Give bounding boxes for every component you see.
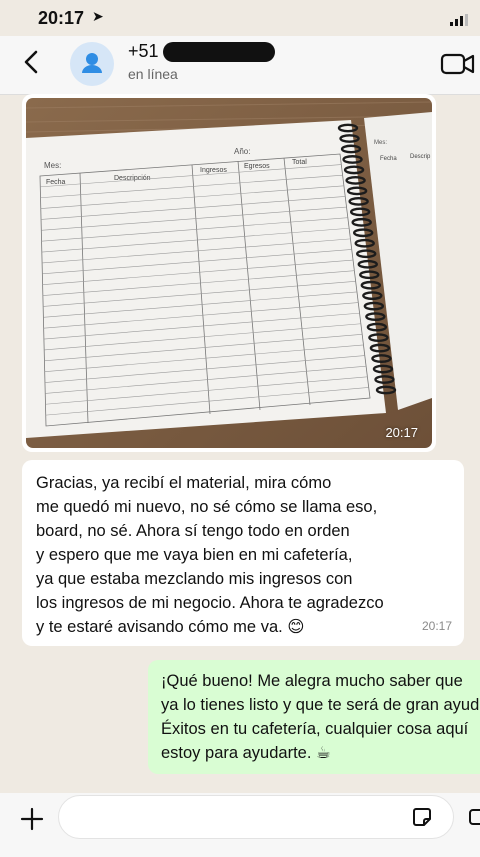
ledger-right-col-fecha: Fecha — [380, 156, 397, 162]
image-timestamp: 20:17 — [385, 425, 418, 440]
outgoing-line: estoy para ayudarte. ☕ — [161, 744, 331, 762]
incoming-line: y te estaré avisando cómo me va. 😊 — [36, 618, 305, 636]
avatar[interactable] — [70, 42, 114, 86]
message-input[interactable] — [58, 795, 454, 839]
incoming-line: y espero que me vaya bien en mi cafeterí… — [36, 546, 353, 564]
signal-icon — [450, 14, 468, 26]
status-time: 20:17 — [38, 8, 85, 28]
composer-bar — [0, 793, 480, 857]
ledger-col-egresos: Egresos — [244, 163, 270, 170]
incoming-line: los ingresos de mi negocio. Ahora te agr… — [36, 594, 384, 612]
image-message[interactable]: Mes: Año: Fecha Descripción Ingresos Egr… — [22, 94, 436, 452]
camera-icon[interactable] — [468, 805, 480, 829]
ledger-notebook-image: Mes: Año: Fecha Descripción Ingresos Egr… — [26, 98, 432, 448]
ledger-col-total: Total — [292, 159, 307, 166]
video-call-icon[interactable] — [440, 50, 476, 78]
ledger-right-col-descrip: Descrip — [410, 154, 431, 160]
ledger-photo[interactable]: Mes: Año: Fecha Descripción Ingresos Egr… — [26, 98, 432, 448]
chat-header: +51 en línea — [0, 36, 480, 95]
sticker-icon[interactable] — [410, 805, 434, 829]
incoming-line: board, no sé. Ahora sí tengo todo en ord… — [36, 522, 350, 540]
ledger-month-label: Mes: — [44, 161, 61, 170]
back-arrow-icon[interactable] — [20, 48, 44, 76]
ledger-col-ingresos: Ingresos — [200, 167, 227, 174]
plus-icon[interactable] — [20, 807, 44, 831]
phone-prefix: +51 — [128, 41, 159, 61]
chat-messages: Mes: Año: Fecha Descripción Ingresos Egr… — [0, 94, 480, 793]
person-icon — [82, 53, 102, 73]
incoming-line: ya que estaba mezclando mis ingresos con — [36, 570, 353, 588]
ledger-right-month: Mes: — [374, 140, 387, 146]
outgoing-line: ¡Qué bueno! Me alegra mucho saber que — [161, 672, 463, 690]
presence-status: en línea — [128, 66, 178, 82]
contact-name[interactable]: +51 — [128, 41, 275, 63]
incoming-timestamp: 20:17 — [421, 619, 452, 633]
outgoing-line: ya lo tienes listo y que te será de gran… — [161, 696, 480, 714]
redacted-number — [162, 42, 275, 63]
incoming-message[interactable]: Gracias, ya recibí el material, mira cóm… — [22, 460, 464, 646]
ledger-year-label: Año: — [234, 147, 250, 156]
status-bar: 20:17 ➤ — [0, 0, 480, 36]
outgoing-message[interactable]: ¡Qué bueno! Me alegra mucho saber que ya… — [148, 660, 480, 774]
incoming-line: Gracias, ya recibí el material, mira cóm… — [36, 474, 332, 492]
location-arrow-icon: ➤ — [92, 8, 104, 24]
incoming-line: me quedó mi nuevo, no sé cómo se llama e… — [36, 498, 378, 516]
outgoing-line: Éxitos en tu cafetería, cualquier cosa a… — [161, 720, 469, 738]
